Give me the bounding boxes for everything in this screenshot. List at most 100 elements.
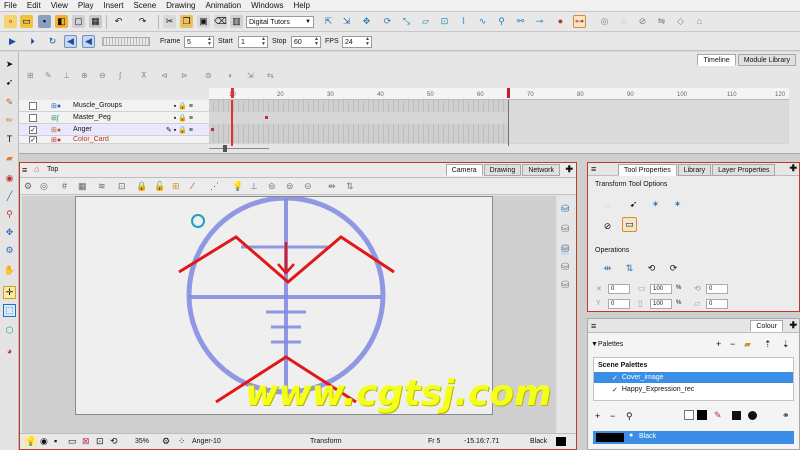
undo-icon[interactable]: ↶: [112, 15, 125, 28]
motion-path-icon[interactable]: ∿: [476, 15, 489, 28]
tab-camera[interactable]: Camera: [445, 164, 483, 176]
animate-mode-icon[interactable]: ⊶: [573, 15, 586, 28]
breadcrumb[interactable]: Top: [47, 166, 58, 173]
zoom-level[interactable]: 35%: [135, 438, 149, 445]
keyframe-icon[interactable]: ◇: [674, 15, 687, 28]
prev-keyframe-icon[interactable]: ⊲: [161, 71, 168, 80]
unlock-icon[interactable]: 🔓: [154, 181, 165, 192]
play-icon[interactable]: ▶: [6, 35, 19, 48]
lock-icon[interactable]: ✎▪🔒≡: [166, 126, 195, 134]
layer-enable-checkbox[interactable]: [29, 101, 37, 110]
flip-v-op-icon[interactable]: ⇅: [622, 261, 637, 276]
flip-v-icon[interactable]: ⇅: [346, 181, 354, 192]
tween-icon[interactable]: ⇲: [247, 71, 254, 80]
rotate-90-cw-icon[interactable]: ⟳: [666, 261, 681, 276]
contour-editor-icon[interactable]: ➹: [3, 76, 16, 89]
ease-icon[interactable]: ⊜: [205, 71, 212, 80]
add-group-icon[interactable]: ⊕: [81, 71, 88, 80]
text-tool-icon[interactable]: T: [3, 132, 16, 145]
brush-color-icon[interactable]: ✎: [714, 410, 722, 421]
mask-icon[interactable]: ▦: [78, 181, 87, 192]
stack2-icon[interactable]: ⊜: [286, 181, 294, 192]
animate-tool-icon[interactable]: ✛: [3, 286, 16, 299]
color-swatch[interactable]: [556, 437, 566, 446]
stack-down-icon[interactable]: ⛁: [561, 262, 569, 273]
lasso-icon[interactable]: ◌: [600, 197, 615, 212]
copy-icon[interactable]: ❐: [180, 15, 193, 28]
tab-network[interactable]: Network: [522, 164, 560, 176]
move-down-icon[interactable]: ⇣: [782, 339, 790, 350]
skew-icon[interactable]: ▱: [419, 15, 432, 28]
layer-row[interactable]: ⊞∫ Master_Peg ▪🔒≡: [19, 112, 209, 124]
reset-icon[interactable]: ⊘: [636, 15, 649, 28]
workspace-icon[interactable]: ▥: [230, 15, 243, 28]
light-icon[interactable]: ⊡: [118, 181, 126, 192]
pencil-tool-icon[interactable]: ✏: [3, 114, 16, 127]
flip-icon[interactable]: ⇋: [655, 15, 668, 28]
rotate-icon[interactable]: ⟳: [381, 15, 394, 28]
palette-check-icon[interactable]: ✓: [612, 386, 618, 394]
eraser-tool-icon[interactable]: ▰: [3, 152, 16, 165]
sync-icon[interactable]: ⇆: [267, 71, 274, 80]
maintain-size-icon[interactable]: ⊡: [438, 15, 451, 28]
dots-status-icon[interactable]: ⁘: [178, 436, 186, 447]
volume-slider[interactable]: [102, 37, 150, 46]
stack3-icon[interactable]: ⊝: [304, 181, 312, 192]
tab-tool-properties[interactable]: Tool Properties: [618, 164, 677, 176]
transform-tool-icon[interactable]: ✥: [3, 226, 16, 239]
stack-active-icon[interactable]: ⛁: [561, 244, 570, 255]
dropper-icon[interactable]: ⚲: [626, 411, 633, 422]
brush-tool-icon[interactable]: ✎: [3, 96, 16, 109]
light-table-icon[interactable]: ◌: [617, 15, 630, 28]
layer-row[interactable]: ⊞● Muscle_Groups ▪🔒≡: [19, 100, 209, 112]
tab-colour[interactable]: Colour: [750, 320, 783, 332]
paste-icon[interactable]: ▣: [197, 15, 210, 28]
hand-tool-icon[interactable]: ✋: [3, 264, 16, 277]
angle-field[interactable]: 0: [706, 284, 728, 294]
black-swatch[interactable]: [697, 410, 707, 420]
fps-field[interactable]: 24 ▲ ▼: [342, 36, 372, 48]
skew-field[interactable]: 0: [706, 299, 728, 309]
start-field[interactable]: 1 ▲ ▼: [238, 36, 268, 48]
dropper-tool-icon[interactable]: ⚲: [3, 208, 16, 221]
tab-library[interactable]: Library: [677, 164, 712, 176]
palette-status-icon[interactable]: ⊡: [96, 436, 104, 447]
add-layer-icon[interactable]: ⊞: [27, 71, 34, 80]
frame-field[interactable]: 5 ▲ ▼: [184, 36, 214, 48]
menu-file[interactable]: File: [4, 1, 17, 10]
delete-icon[interactable]: ⌫: [214, 15, 227, 28]
lock-icon[interactable]: ▪🔒≡: [174, 114, 195, 122]
delete-layer-icon[interactable]: ⊖: [99, 71, 106, 80]
tab-drawing[interactable]: Drawing: [483, 164, 522, 176]
panel-splitter[interactable]: [587, 312, 800, 318]
line-tool-icon[interactable]: ╱: [3, 190, 16, 203]
eye-status-icon[interactable]: ◉: [40, 436, 48, 447]
menu-edit[interactable]: Edit: [27, 1, 41, 10]
menu-insert[interactable]: Insert: [103, 1, 123, 10]
new-scene-icon[interactable]: ▫: [4, 15, 17, 28]
no-mode-icon[interactable]: ⊘: [600, 219, 615, 234]
layer-row[interactable]: ✓ ⊞● Color_Card: [19, 136, 209, 144]
collapse-icon[interactable]: ⇲: [340, 15, 353, 28]
layer-enable-checkbox[interactable]: [29, 113, 37, 122]
layer-enable-checkbox[interactable]: ✓: [29, 125, 37, 134]
frame-track[interactable]: [209, 124, 789, 136]
menu-windows[interactable]: Windows: [251, 1, 283, 10]
frame-track[interactable]: [209, 112, 789, 124]
scale-icon[interactable]: ⤡: [400, 15, 413, 28]
line-icon[interactable]: ⁄: [192, 181, 194, 191]
screen-status-icon[interactable]: ▭: [68, 436, 77, 447]
reset-status-icon[interactable]: ⟲: [110, 436, 118, 447]
flip-h-op-icon[interactable]: ⇹: [600, 261, 615, 276]
lock-all-icon[interactable]: ⊞: [172, 181, 180, 192]
cut-icon[interactable]: ✂: [163, 15, 176, 28]
panel-splitter[interactable]: [19, 154, 800, 162]
select-mode-icon[interactable]: ➹: [626, 197, 641, 212]
menu-icon[interactable]: ≡: [591, 321, 596, 331]
paint-tool-icon[interactable]: ◉: [3, 172, 16, 185]
next-keyframe-icon[interactable]: ⊳: [181, 71, 188, 80]
add-view-icon[interactable]: ✚: [789, 320, 797, 331]
safe-area-icon[interactable]: ◎: [40, 181, 48, 192]
menu-icon[interactable]: ≡: [591, 164, 596, 174]
remove-palette-icon[interactable]: −: [730, 339, 735, 349]
